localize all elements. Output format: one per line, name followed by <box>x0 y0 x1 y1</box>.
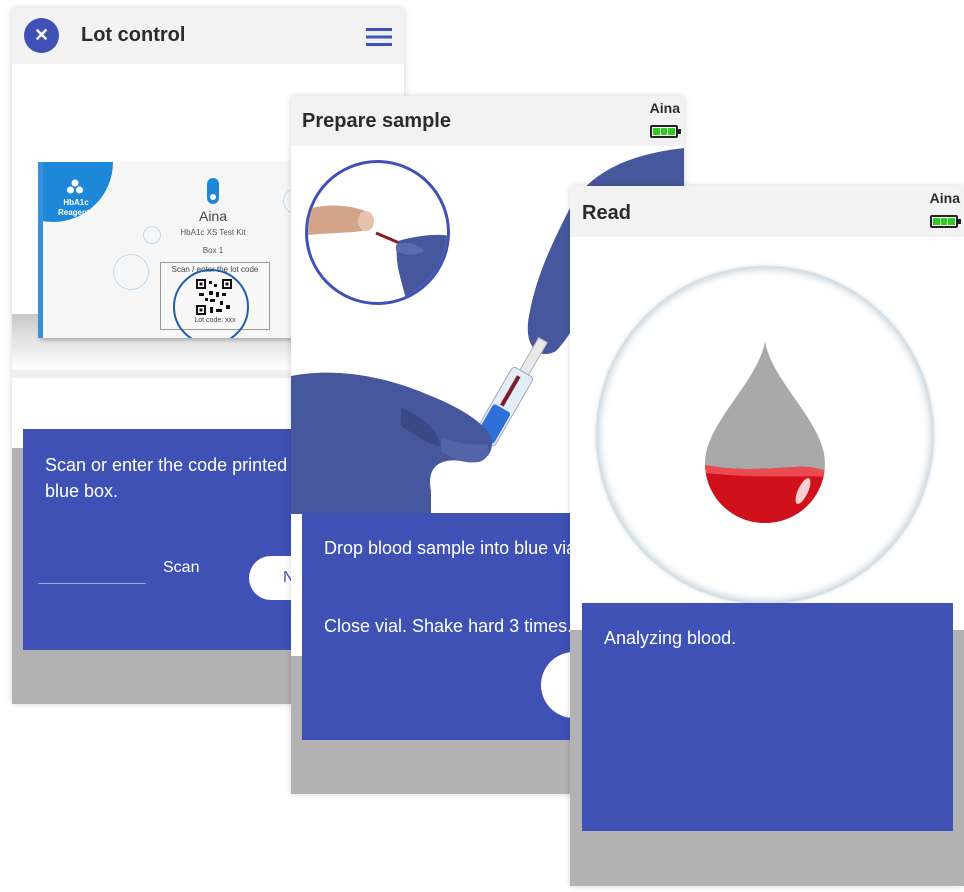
read-header: Read Aina <box>570 186 964 237</box>
menu-button[interactable] <box>366 28 392 46</box>
prepare-sample-header: Prepare sample Aina <box>291 96 684 146</box>
box-badge-text: HbA1c Reagents <box>57 198 94 217</box>
aina-logo-icon <box>207 178 219 204</box>
lot-control-header: ✕ Lot control <box>12 8 404 64</box>
decor-circle <box>113 254 149 290</box>
qr-code-icon <box>196 279 232 315</box>
decor-circle <box>143 226 161 244</box>
page-title: Prepare sample <box>302 110 451 132</box>
kit-box: HbA1c Reagents Aina HbA1c XS Test Kit Bo… <box>38 162 315 338</box>
read-screen: Read Aina Analyzing blood. <box>570 186 964 886</box>
battery-icon <box>930 215 961 228</box>
status-text: Analyzing blood. <box>604 628 737 648</box>
instruction-text-1: Drop blood sample into blue vial. <box>324 538 586 558</box>
read-panel: Analyzing blood. <box>582 603 953 831</box>
scan-button[interactable]: Scan <box>163 555 199 581</box>
lot-code-area: Scan / enter the lot code Lot code: xxx <box>160 262 270 338</box>
device-name: Aina <box>649 100 680 116</box>
close-button[interactable]: ✕ <box>24 18 59 53</box>
reagents-logo-icon <box>66 179 84 195</box>
box-kit-name: HbA1c XS Test Kit <box>180 228 246 237</box>
aina-logo-dot <box>210 194 216 200</box>
box-brand: Aina <box>198 208 228 224</box>
box-label: Box 1 <box>202 246 224 255</box>
reading-circle <box>596 266 934 604</box>
battery-icon <box>650 125 681 138</box>
page-title: Read <box>582 202 631 224</box>
lot-code-text: Lot code: xxx <box>194 317 236 324</box>
page-title: Lot control <box>81 24 186 46</box>
finger-prick-inset <box>305 160 450 305</box>
hamburger-menu-icon <box>366 28 392 46</box>
close-icon: ✕ <box>33 25 50 45</box>
blood-drop-icon <box>705 341 825 523</box>
device-name: Aina <box>929 190 960 206</box>
lot-code-input[interactable] <box>38 559 146 584</box>
